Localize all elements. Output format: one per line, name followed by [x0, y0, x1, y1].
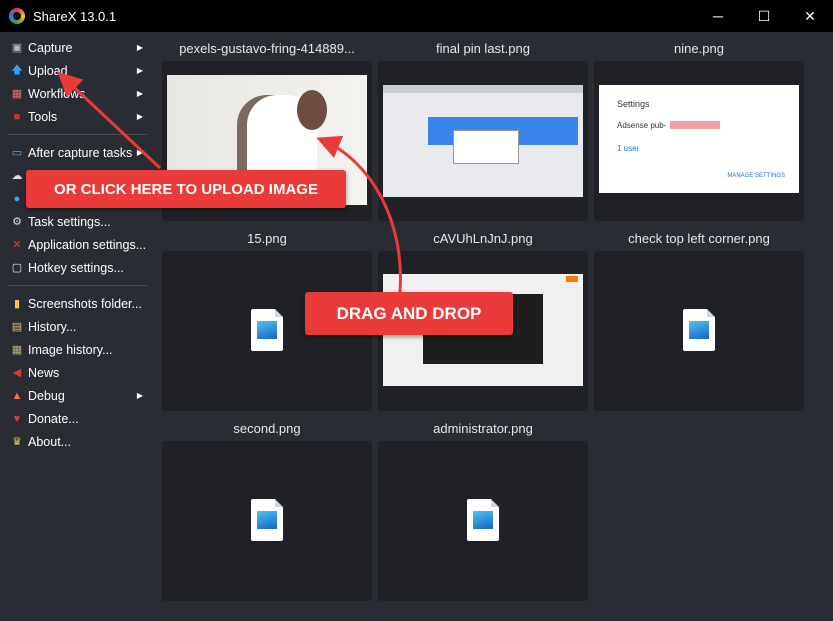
- wrench-icon: ✕: [12, 239, 22, 251]
- heart-icon: ♥: [13, 412, 21, 425]
- image-file-icon: [467, 499, 499, 541]
- file-name: second.png: [233, 421, 301, 436]
- menu-item-capture[interactable]: ▣ Capture ▶: [0, 36, 155, 59]
- window-title: ShareX 13.0.1: [33, 8, 117, 24]
- submenu-arrow-icon: ▶: [136, 391, 143, 400]
- cone-icon: ▲: [11, 389, 23, 402]
- title-bar: ShareX 13.0.1 ─ ☐ ✕: [0, 0, 833, 32]
- image-history-icon: ▦: [11, 344, 23, 356]
- file-name: 15.png: [247, 231, 287, 246]
- file-name: final pin last.png: [436, 41, 530, 56]
- camera-icon: ▣: [11, 42, 23, 54]
- destinations-icon: ●: [13, 192, 21, 205]
- submenu-arrow-icon: ▶: [136, 43, 143, 52]
- menu-item-news[interactable]: ◀ News: [0, 361, 155, 384]
- menu-item-label: News: [28, 365, 60, 380]
- submenu-arrow-icon: ▶: [136, 89, 143, 98]
- menu-item-workflows[interactable]: ▦ Workflows ▶: [0, 82, 155, 105]
- main-menu: ▣ Capture ▶ 🡅 Upload ▶ ▦ Workflows ▶ ■ Tools ▶ ▭ Afte…: [0, 36, 155, 453]
- file-name: nine.png: [674, 41, 724, 56]
- settings-thumbnail: Settings Adsense pub- 1 user MANAGE SETTING…: [599, 85, 799, 193]
- thumb-button: MANAGE SETTINGS: [727, 173, 785, 179]
- file-name: check top left corner.png: [628, 231, 770, 246]
- minimize-button[interactable]: ─: [695, 0, 741, 32]
- menu-item-debug[interactable]: ▲ Debug ▶: [0, 384, 155, 407]
- workflows-grid-icon: ▦: [11, 88, 23, 100]
- menu-item-task-settings[interactable]: ⚙ Task settings...: [0, 210, 155, 233]
- menu-item-label: Hotkey settings...: [28, 260, 124, 275]
- maximize-button[interactable]: ☐: [741, 0, 787, 32]
- keyboard-icon: ▢: [11, 262, 23, 274]
- menu-item-label: Debug: [28, 388, 65, 403]
- megaphone-icon: ◀: [12, 367, 22, 379]
- image-file-icon: [251, 309, 283, 351]
- cloud-upload-icon: ☁: [11, 170, 23, 182]
- menu-item-label: Image history...: [28, 342, 113, 357]
- menu-item-donate[interactable]: ♥ Donate...: [0, 407, 155, 430]
- menu-item-image-history[interactable]: ▦ Image history...: [0, 338, 155, 361]
- menu-item-tools[interactable]: ■ Tools ▶: [0, 105, 155, 128]
- submenu-arrow-icon: ▶: [136, 112, 143, 121]
- crown-icon: ♛: [12, 436, 22, 448]
- file-name: pexels-gustavo-fring-414889...: [179, 41, 355, 56]
- menu-separator: [8, 285, 147, 286]
- thumb-title: Settings: [617, 99, 650, 109]
- image-file-icon: [251, 499, 283, 541]
- menu-item-label: Workflows: [28, 86, 86, 101]
- drag-drop-callout: DRAG AND DROP: [305, 292, 513, 335]
- file-tile[interactable]: [378, 441, 588, 601]
- menu-item-label: Capture: [28, 40, 73, 55]
- folder-icon: ▮: [13, 298, 21, 310]
- menu-item-label: Task settings...: [28, 214, 111, 229]
- menu-item-label: History...: [28, 319, 77, 334]
- menu-item-label: After capture tasks: [28, 145, 133, 160]
- menu-item-history[interactable]: ▤ History...: [0, 315, 155, 338]
- menu-item-label: About...: [28, 434, 72, 449]
- menu-item-label: Screenshots folder...: [28, 296, 142, 311]
- gear-icon: ⚙: [12, 216, 22, 228]
- menu-item-label: Application settings...: [28, 237, 147, 252]
- upload-arrow-icon: 🡅: [11, 64, 23, 76]
- menu-item-about[interactable]: ♛ About...: [0, 430, 155, 453]
- thumb-text: Adsense pub-: [617, 121, 667, 130]
- thumb-link: 1 user: [617, 144, 640, 153]
- menu-item-after-capture-tasks[interactable]: ▭ After capture tasks ▶: [0, 141, 155, 164]
- sharex-logo-icon: [9, 8, 25, 24]
- after-capture-icon: ▭: [11, 147, 23, 159]
- upload-callout: OR CLICK HERE TO UPLOAD IMAGE: [26, 170, 346, 208]
- toolbox-icon: ■: [13, 110, 21, 123]
- menu-separator: [8, 134, 147, 135]
- screenshot-thumbnail: [383, 85, 583, 197]
- submenu-arrow-icon: ▶: [136, 148, 143, 157]
- menu-item-label: Tools: [28, 109, 58, 124]
- menu-item-screenshots-folder[interactable]: ▮ Screenshots folder...: [0, 292, 155, 315]
- file-tile[interactable]: Settings Adsense pub- 1 user MANAGE SETTING…: [594, 61, 804, 221]
- submenu-arrow-icon: ▶: [136, 66, 143, 75]
- menu-item-label: Donate...: [28, 411, 79, 426]
- file-tile[interactable]: [162, 441, 372, 601]
- menu-item-application-settings[interactable]: ✕ Application settings...: [0, 233, 155, 256]
- file-name: administrator.png: [433, 421, 533, 436]
- menu-item-upload[interactable]: 🡅 Upload ▶: [0, 59, 155, 82]
- file-tile[interactable]: [594, 251, 804, 411]
- close-button[interactable]: ✕: [787, 0, 833, 32]
- menu-item-label: Upload: [28, 63, 68, 78]
- file-name: cAVUhLnJnJ.png: [433, 231, 533, 246]
- history-icon: ▤: [11, 321, 23, 333]
- file-tile[interactable]: [378, 61, 588, 221]
- menu-item-hotkey-settings[interactable]: ▢ Hotkey settings...: [0, 256, 155, 279]
- image-file-icon: [683, 309, 715, 351]
